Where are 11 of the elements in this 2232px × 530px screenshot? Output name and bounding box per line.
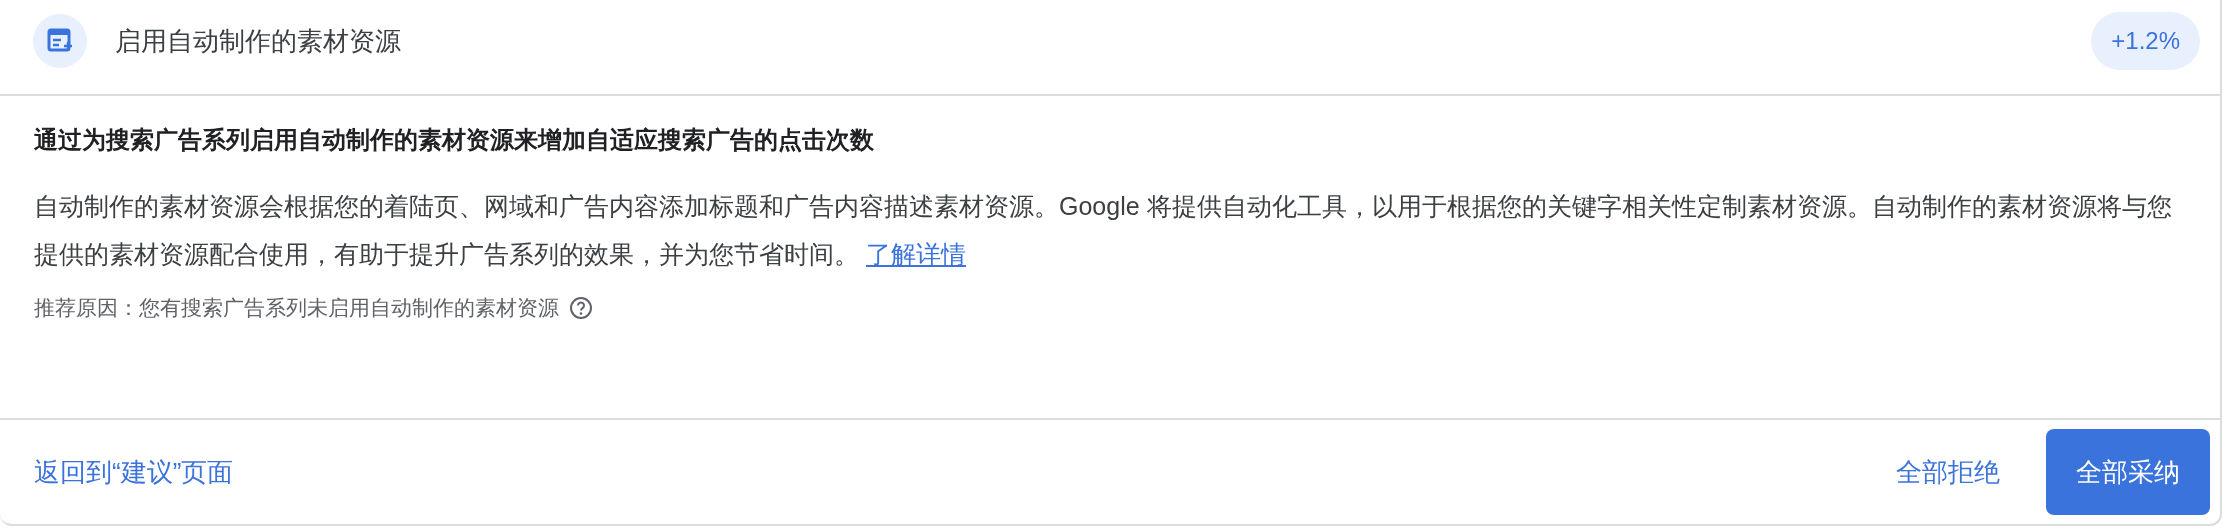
accept-all-button[interactable]: 全部采纳 xyxy=(2046,429,2210,515)
learn-more-link[interactable]: 了解详情 xyxy=(865,240,966,268)
card-title: 启用自动制作的素材资源 xyxy=(115,24,402,58)
description-paragraph: 自动制作的素材资源会根据您的着陆页、网域和广告内容添加标题和广告内容描述素材资源。Google 将提供自动化工具，以用于根据您的关键字相关性定制素材资源。自动制作的素材资源将与您提供的素材资源配合使用，有助于提升广告系列的效果，并为您节省时间。 了解详情 xyxy=(34,191,2173,270)
help-icon[interactable] xyxy=(569,296,593,320)
uplift-badge: +1.2% xyxy=(2091,12,2200,70)
asset-add-icon xyxy=(33,14,87,68)
recommendation-heading: 通过为搜索广告系列启用自动制作的素材资源来增加自适应搜索广告的点击次数 xyxy=(34,125,875,155)
dismiss-all-button[interactable]: 全部拒绝 xyxy=(1876,429,2020,515)
back-link[interactable]: 返回到“建议”页面 xyxy=(34,454,1876,490)
reason-text: 推荐原因：您有搜索广告系列未启用自动制作的素材资源 xyxy=(34,295,559,321)
